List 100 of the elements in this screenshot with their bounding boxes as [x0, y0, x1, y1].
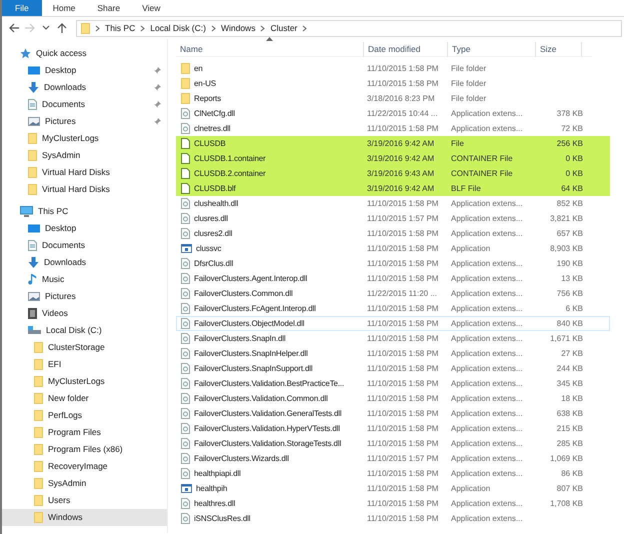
- file-row[interactable]: FailoverClusters.Validation.GeneralTests.dll 11/10/2015 1:58 PM Application extens... 638 KB: [176, 406, 610, 421]
- sidebar-item[interactable]: Program Files (x86): [2, 441, 167, 458]
- file-row[interactable]: clusres.dll 11/10/2015 1:57 PM Application extens... 3,821 KB: [176, 211, 610, 226]
- sidebar-item[interactable]: Videos: [2, 305, 167, 322]
- ribbon-tab[interactable]: File: [2, 0, 42, 16]
- breadcrumb-link[interactable]: Cluster: [270, 22, 298, 34]
- file-row[interactable]: FailoverClusters.Validation.StorageTests.dll 11/10/2015 1:58 PM Application extens... 285 KB: [176, 436, 610, 451]
- ribbon-tab[interactable]: Share: [86, 0, 132, 16]
- sidebar-item[interactable]: PerfLogs: [2, 407, 167, 424]
- size-cell-text: 852 KB: [556, 198, 583, 210]
- file-row[interactable]: FailoverClusters.Common.dll 11/22/2015 11:20 ... Application extens... 756 KB: [176, 286, 610, 301]
- sidebar-item[interactable]: New folder: [2, 390, 167, 407]
- breadcrumb-link[interactable]: Local Disk (C:): [150, 22, 206, 34]
- sidebar-item[interactable]: SysAdmin: [2, 147, 167, 164]
- date-cell-text: 11/10/2015 1:58 PM: [366, 78, 440, 90]
- folder-icon: [34, 393, 43, 404]
- file-row[interactable]: DfsrClus.dll 11/10/2015 1:58 PM Application extens... 190 KB: [176, 256, 610, 271]
- column-header[interactable]: Name: [176, 42, 364, 57]
- date-cell-text: 11/10/2015 1:58 PM: [366, 422, 440, 434]
- file-row[interactable]: clnetres.dll 11/10/2015 1:58 PM Application extens... 72 KB: [176, 121, 610, 136]
- sidebar-item[interactable]: Program Files: [2, 424, 167, 441]
- date-cell-text: 11/10/2015 1:57 PM: [366, 452, 440, 464]
- file-row[interactable]: FailoverClusters.Validation.HyperVTests.dll 11/10/2015 1:58 PM Application extens... 215 KB: [176, 421, 610, 436]
- sidebar-item[interactable]: ClusterStorage: [2, 339, 167, 356]
- file-row[interactable]: FailoverClusters.Validation.Common.dll 11/10/2015 1:58 PM Application extens... 18 KB: [176, 391, 610, 406]
- folder-icon: [34, 342, 43, 353]
- sidebar-item[interactable]: RecoveryImage: [2, 458, 167, 475]
- file-row[interactable]: en 11/10/2015 1:58 PM File folder: [176, 61, 610, 76]
- gear-page-icon: [181, 378, 190, 389]
- sidebar-item[interactable]: MyClusterLogs: [2, 373, 167, 390]
- file-name: FailoverClusters.Validation.Common.dll: [194, 392, 328, 404]
- type-cell-text: Application extens...: [450, 468, 524, 480]
- desktop-icon: [28, 224, 40, 233]
- file-row[interactable]: en-US 11/10/2015 1:58 PM File folder: [176, 76, 610, 91]
- file-row[interactable]: CLUSDB 3/19/2016 9:42 AM File 256 KB: [176, 136, 610, 151]
- ribbon-tab[interactable]: View: [131, 0, 172, 16]
- address-bar[interactable]: This PC Local Disk (C:) Windows Cluster: [76, 20, 622, 36]
- size-cell-text: 244 KB: [556, 362, 583, 374]
- file-name: clusres.dll: [194, 212, 228, 224]
- sidebar-item[interactable]: Quick access: [2, 45, 167, 62]
- ribbon-tab[interactable]: Home: [42, 0, 86, 16]
- column-header[interactable]: Type: [448, 42, 536, 57]
- folder-icon: [34, 478, 43, 489]
- sidebar-item[interactable]: EFI: [2, 356, 167, 373]
- file-row[interactable]: clusres2.dll 11/10/2015 1:58 PM Application extens... 657 KB: [176, 226, 610, 241]
- file-row[interactable]: healthpiapi.dll 11/10/2015 1:58 PM Application extens... 86 KB: [176, 466, 610, 481]
- sidebar-item[interactable]: Documents: [2, 96, 167, 113]
- breadcrumb-link[interactable]: Windows: [220, 22, 256, 34]
- gear-page-icon: [181, 468, 190, 479]
- file-name: en: [194, 62, 203, 74]
- sidebar-item[interactable]: Pictures: [2, 113, 167, 130]
- file-row[interactable]: FailoverClusters.Wizards.dll 11/10/2015 1:57 PM Application extens... 1,069 KB: [176, 451, 610, 466]
- sidebar-item[interactable]: Desktop: [2, 62, 167, 79]
- gear-page-icon: [181, 438, 190, 449]
- file-name: CLUSDB.blf: [194, 182, 236, 194]
- sidebar-item[interactable]: Virtual Hard Disks: [2, 181, 167, 198]
- type-cell-text: Application extens...: [450, 332, 524, 344]
- window-icon: [181, 244, 192, 253]
- file-row[interactable]: CLUSDB.2.container 3/19/2016 9:43 AM CONTAINER File 0 KB: [176, 166, 610, 181]
- size-cell-text: 215 KB: [556, 422, 583, 434]
- sidebar-item[interactable]: Users: [2, 492, 167, 509]
- sidebar-item[interactable]: Windows: [2, 509, 167, 526]
- file-row[interactable]: FailoverClusters.FcAgent.Interop.dll 11/10/2015 1:58 PM Application extens... 6 KB: [176, 301, 610, 316]
- type-cell-text: Application extens...: [450, 452, 524, 464]
- file-row[interactable]: Reports 3/18/2016 8:23 PM File folder: [176, 91, 610, 106]
- sidebar-item[interactable]: This PC: [2, 203, 167, 220]
- sidebar-item[interactable]: Desktop: [2, 220, 167, 237]
- sidebar-item[interactable]: Documents: [2, 237, 167, 254]
- file-row[interactable]: FailoverClusters.Validation.BestPracticeTe... 11/10/2015 1:58 PM Application extens... 345 KB: [176, 376, 610, 391]
- breadcrumb-link[interactable]: This PC: [105, 22, 136, 34]
- file-row[interactable]: CLUSDB.1.container 3/19/2016 9:42 AM CONTAINER File 0 KB: [176, 151, 610, 166]
- file-row[interactable]: clussvc 11/10/2015 1:58 PM Application 8,903 KB: [176, 241, 610, 256]
- file-row[interactable]: FailoverClusters.SnapInSupport.dll 11/10/2015 1:58 PM Application extens... 244 KB: [176, 361, 610, 376]
- sidebar-item[interactable]: Music: [2, 271, 167, 288]
- file-row[interactable]: clushealth.dll 11/10/2015 1:58 PM Application extens... 852 KB: [176, 196, 610, 211]
- sidebar-item[interactable]: Local Disk (C:): [2, 322, 167, 339]
- sidebar-item[interactable]: Downloads: [2, 254, 167, 271]
- sidebar-item[interactable]: MyClusterLogs: [2, 130, 167, 147]
- file-row[interactable]: iSNSClusRes.dll 11/10/2015 1:58 PM Application extens...: [176, 511, 610, 526]
- file-name: FailoverClusters.Validation.HyperVTests.dll: [194, 422, 340, 434]
- file-row[interactable]: FailoverClusters.Agent.Interop.dll 11/10/2015 1:58 PM Application extens... 13 KB: [176, 271, 610, 286]
- date-cell-text: 11/10/2015 1:58 PM: [366, 302, 440, 314]
- sidebar-item[interactable]: Virtual Hard Disks: [2, 164, 167, 181]
- column-header[interactable]: Size: [536, 42, 582, 57]
- file-row[interactable]: healthres.dll 11/10/2015 1:58 PM Application extens... 1,708 KB: [176, 496, 610, 511]
- chevron-icon: [302, 24, 308, 32]
- sidebar-item[interactable]: Downloads: [2, 79, 167, 96]
- sidebar-item[interactable]: Pictures: [2, 288, 167, 305]
- file-row[interactable]: ClNetCfg.dll 11/22/2015 10:44 ... Application extens... 378 KB: [176, 106, 610, 121]
- folder-icon: [28, 167, 37, 178]
- file-row[interactable]: FailoverClusters.SnapIn.dll 11/10/2015 1:58 PM Application extens... 1,671 KB: [176, 331, 610, 346]
- sidebar-item[interactable]: SysAdmin: [2, 475, 167, 492]
- column-header[interactable]: Date modified: [364, 42, 448, 57]
- file-row[interactable]: healthpih 11/10/2015 1:58 PM Application 807 KB: [176, 481, 610, 496]
- file-row[interactable]: FailoverClusters.ObjectModel.dll 11/10/2015 1:58 PM Application extens... 840 KB: [176, 316, 610, 331]
- size-cell-text: 3,821 KB: [549, 212, 583, 224]
- folder-icon: [34, 512, 43, 523]
- file-row[interactable]: FailoverClusters.SnapInHelper.dll 11/10/2015 1:58 PM Application extens... 27 KB: [176, 346, 610, 361]
- file-row[interactable]: CLUSDB.blf 3/19/2016 9:42 AM BLF File 64 KB: [176, 181, 610, 196]
- file-name: en-US: [194, 78, 216, 90]
